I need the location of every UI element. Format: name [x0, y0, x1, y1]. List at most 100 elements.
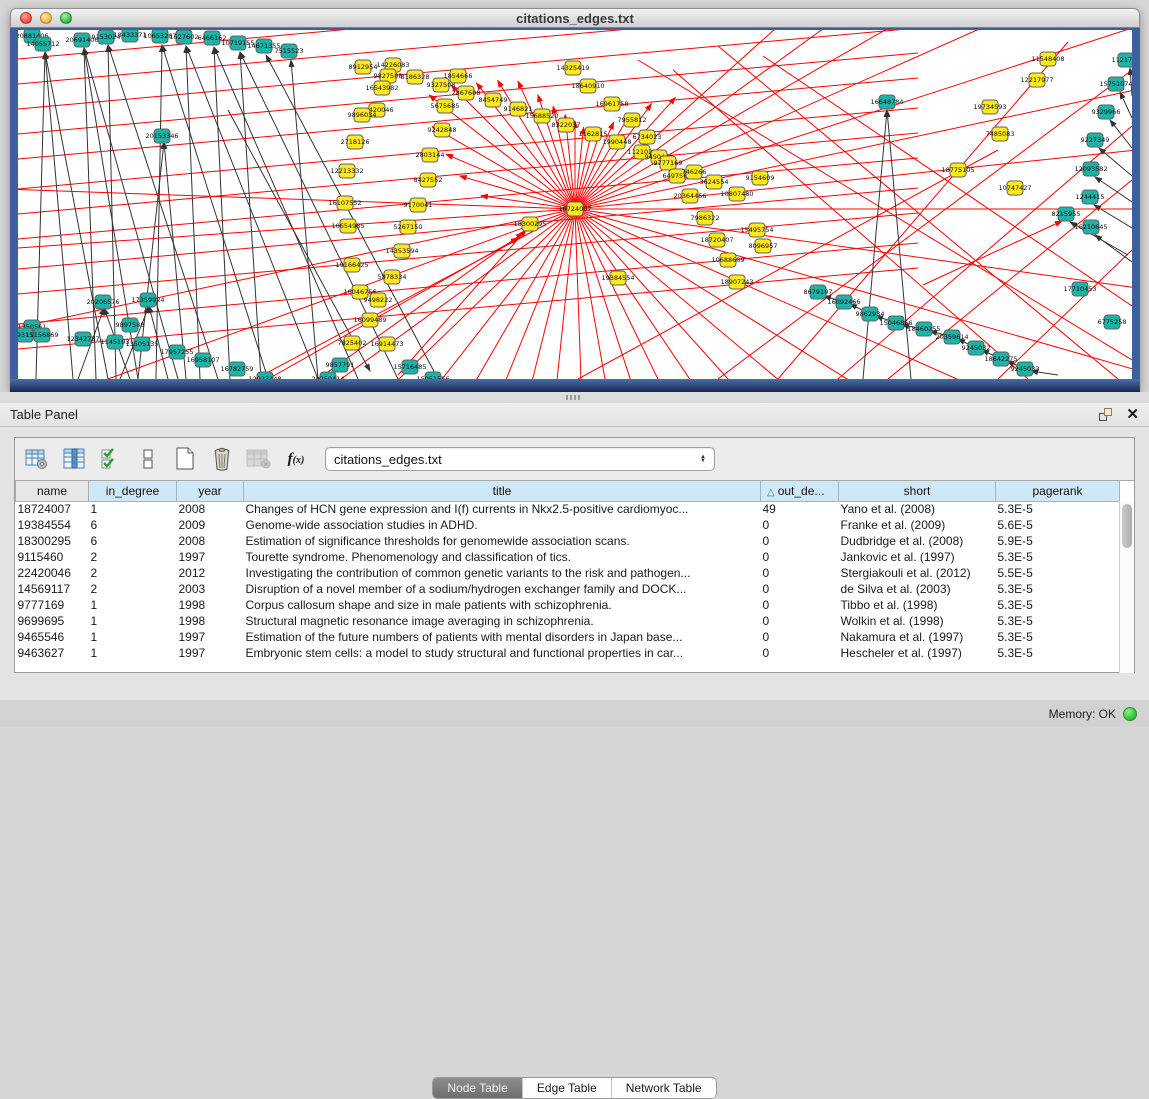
graph-node[interactable]: 13505135 — [125, 337, 158, 351]
table-cell[interactable]: 5.3E-5 — [996, 629, 1120, 645]
graph-node[interactable]: 9498222 — [364, 293, 393, 307]
table-row[interactable]: 911546021997Tourette syndrome. Phenomeno… — [16, 549, 1120, 565]
table-cell[interactable]: 0 — [761, 645, 839, 661]
select-column-button[interactable] — [60, 445, 88, 473]
table-cell[interactable]: 1998 — [177, 613, 244, 629]
table-cell[interactable]: 1 — [89, 645, 177, 661]
table-cell[interactable]: 0 — [761, 597, 839, 613]
table-cell[interactable]: Tourette syndrome. Phenomenology and cla… — [244, 549, 761, 565]
table-cell[interactable]: 1997 — [177, 629, 244, 645]
table-cell[interactable]: 2012 — [177, 565, 244, 581]
table-cell[interactable]: Investigating the contribution of common… — [244, 565, 761, 581]
network-canvas[interactable]: 2088140614055712206914069153024184333711… — [18, 30, 1132, 379]
table-row[interactable]: 1872400712008Changes of HCN gene express… — [16, 501, 1120, 517]
column-header-name[interactable]: name — [16, 481, 89, 501]
graph-node[interactable]: 16099489 — [353, 313, 386, 327]
column-header-in_degree[interactable]: in_degree — [89, 481, 177, 501]
table-cell[interactable]: 1997 — [177, 549, 244, 565]
table-row[interactable]: 1938455462009Genome-wide association stu… — [16, 517, 1120, 533]
table-row[interactable]: 1830029562008Estimation of significance … — [16, 533, 1120, 549]
graph-node[interactable]: 17359924 — [131, 293, 164, 307]
graph-node[interactable]: 8215955 — [1052, 207, 1081, 221]
graph-node[interactable]: 8186328 — [401, 70, 430, 84]
graph-node[interactable]: 9245033 — [1011, 362, 1040, 376]
float-panel-icon[interactable] — [1099, 408, 1112, 421]
graph-node[interactable]: 11548408 — [1031, 52, 1064, 66]
table-cell[interactable]: 5.9E-5 — [996, 533, 1120, 549]
table-cell[interactable]: Stergiakouli et al. (2012) — [839, 565, 996, 581]
table-cell[interactable]: 5.3E-5 — [996, 581, 1120, 597]
graph-node[interactable]: 10807480 — [720, 187, 753, 201]
table-cell[interactable]: 2009 — [177, 517, 244, 533]
graph-node[interactable]: 9245032 — [962, 341, 991, 355]
table-cell[interactable]: Hescheler et al. (1997) — [839, 645, 996, 661]
table-row[interactable]: 946554611997Estimation of the future num… — [16, 629, 1120, 645]
graph-node[interactable]: 1990448 — [603, 135, 632, 149]
graph-node[interactable]: 18907243 — [720, 275, 753, 289]
table-cell[interactable]: 9699695 — [16, 613, 89, 629]
table-cell[interactable]: Tibbo et al. (1998) — [839, 597, 996, 613]
graph-node[interactable]: 9227349 — [1081, 133, 1110, 147]
table-cell[interactable]: 5.3E-5 — [996, 613, 1120, 629]
delete-table-button[interactable] — [245, 445, 273, 473]
graph-node[interactable]: 16648784 — [870, 95, 903, 109]
graph-node[interactable]: 7986322 — [691, 211, 720, 225]
tab-edge-table[interactable]: Edge Table — [523, 1078, 612, 1098]
graph-node[interactable]: 19166425 — [335, 258, 368, 272]
table-cell[interactable]: 18300295 — [16, 533, 89, 549]
delete-column-button[interactable] — [208, 445, 236, 473]
tab-node-table[interactable]: Node Table — [433, 1078, 523, 1098]
table-cell[interactable]: 2008 — [177, 533, 244, 549]
scrollbar-thumb[interactable] — [1122, 504, 1132, 548]
table-cell[interactable]: 2008 — [177, 501, 244, 517]
graph-node[interactable]: 5675685 — [431, 99, 460, 113]
graph-node[interactable]: 15051556 — [416, 372, 449, 379]
table-cell[interactable]: Corpus callosum shape and size in male p… — [244, 597, 761, 613]
table-cell[interactable]: Yano et al. (2008) — [839, 501, 996, 517]
table-cell[interactable]: 5.6E-5 — [996, 517, 1120, 533]
minimize-window-button[interactable] — [40, 12, 52, 24]
tab-network-table[interactable]: Network Table — [612, 1078, 716, 1098]
table-cell[interactable]: 18724007 — [16, 501, 89, 517]
table-cell[interactable]: 1997 — [177, 645, 244, 661]
graph-node[interactable]: 9154609 — [746, 171, 775, 185]
close-panel-icon[interactable]: ✕ — [1126, 408, 1139, 421]
table-cell[interactable]: Changes of HCN gene expression and I(f) … — [244, 501, 761, 517]
panel-divider[interactable] — [0, 392, 1149, 403]
table-cell[interactable]: 9463627 — [16, 645, 89, 661]
table-cell[interactable]: 0 — [761, 581, 839, 597]
table-cell[interactable]: 1 — [89, 501, 177, 517]
graph-node[interactable]: 12213332 — [330, 164, 363, 178]
graph-node[interactable]: 14055712 — [26, 37, 59, 51]
graph-node[interactable]: 9777169 — [654, 156, 683, 170]
column-header-year[interactable]: year — [177, 481, 244, 501]
graph-node[interactable]: 6775258 — [1098, 315, 1127, 329]
graph-node[interactable]: 19384554 — [601, 271, 634, 285]
graph-node[interactable]: 17710453 — [1063, 282, 1096, 296]
graph-node[interactable]: 10747427 — [998, 181, 1031, 195]
graph-node[interactable]: 9170041 — [404, 198, 433, 212]
graph-node[interactable]: 2718126 — [341, 135, 370, 149]
graph-node[interactable]: 2803144 — [416, 148, 445, 162]
graph-node[interactable]: 9896034 — [348, 108, 377, 122]
table-row[interactable]: 977716911998Corpus callosum shape and si… — [16, 597, 1120, 613]
table-row[interactable]: 969969511998Structural magnetic resonanc… — [16, 613, 1120, 629]
column-header-out_de[interactable]: △out_de... — [761, 481, 839, 501]
graph-node[interactable]: 8096957 — [749, 239, 778, 253]
table-cell[interactable]: 6 — [89, 517, 177, 533]
graph-node[interactable]: 16914473 — [370, 337, 403, 351]
table-cell[interactable]: 5.3E-5 — [996, 597, 1120, 613]
table-cell[interactable]: 2 — [89, 565, 177, 581]
graph-node[interactable]: 16958107 — [186, 353, 219, 367]
graph-node[interactable]: 2867608 — [452, 86, 481, 100]
graph-node[interactable]: 16543982 — [365, 81, 398, 95]
graph-node[interactable]: 1527602 — [170, 30, 199, 44]
graph-node[interactable]: 9857791 — [326, 358, 355, 372]
graph-node[interactable]: 18300295 — [513, 217, 546, 231]
table-cell[interactable]: 0 — [761, 517, 839, 533]
citation-network-graph[interactable]: 2088140614055712206914069153024184333711… — [18, 30, 1132, 379]
table-cell[interactable]: Estimation of significance thresholds fo… — [244, 533, 761, 549]
zoom-window-button[interactable] — [60, 12, 72, 24]
graph-node[interactable]: 8427552 — [414, 173, 443, 187]
graph-node[interactable]: 15751074 — [1099, 77, 1132, 91]
